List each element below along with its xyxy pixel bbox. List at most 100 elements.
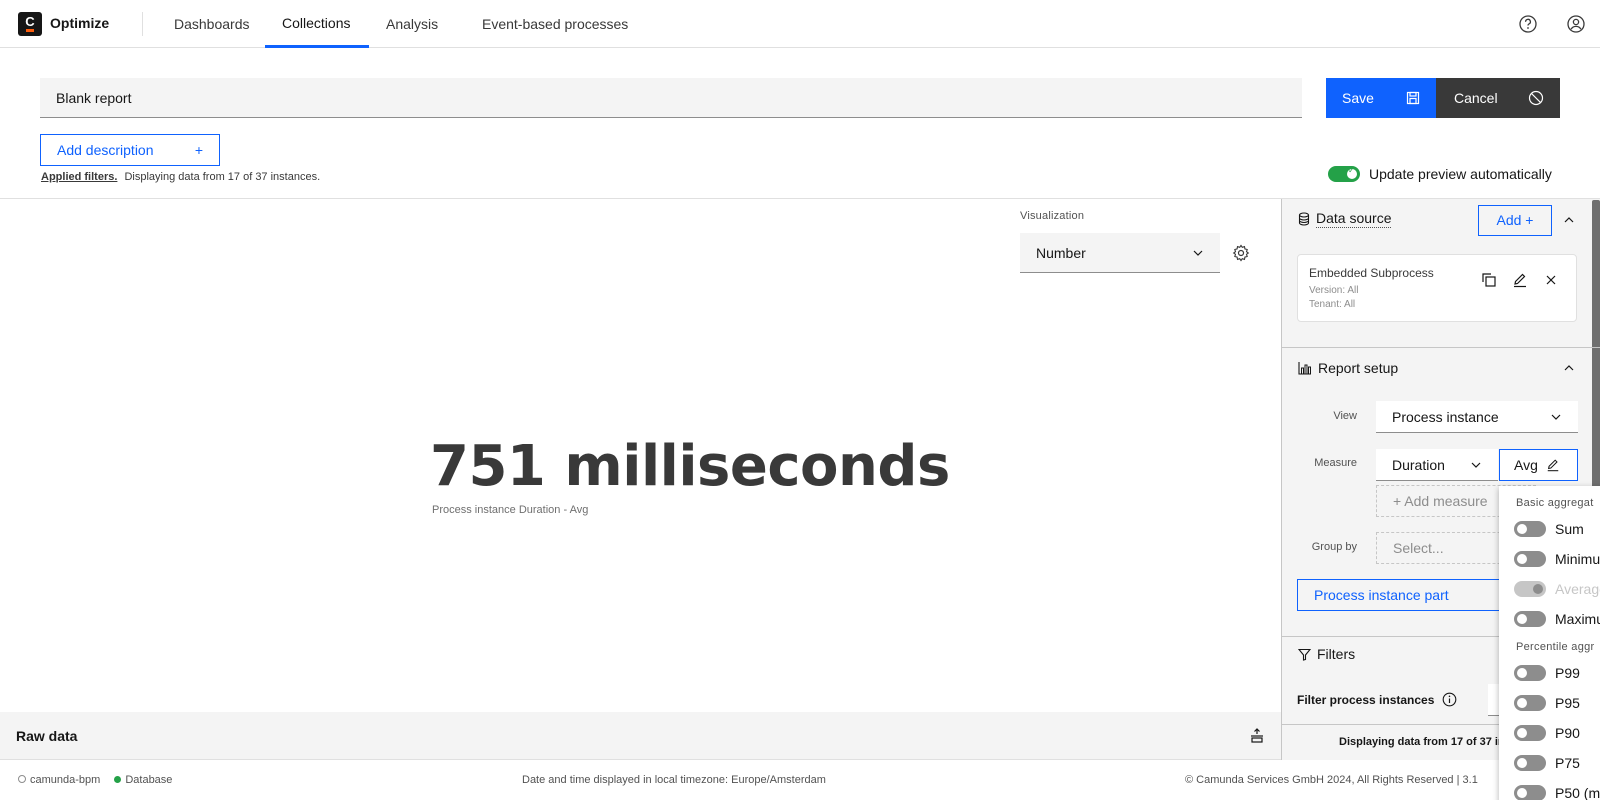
aggregation-option-p95[interactable]: P95 bbox=[1514, 695, 1580, 711]
logo-bar bbox=[26, 29, 34, 32]
filter-process-instances-label: Filter process instances bbox=[1297, 692, 1435, 707]
p90-toggle[interactable] bbox=[1514, 725, 1546, 741]
info-icon[interactable] bbox=[1442, 692, 1457, 707]
edit-icon[interactable] bbox=[1512, 272, 1528, 288]
update-preview-toggle-row: Update preview automatically bbox=[1328, 166, 1552, 182]
report-result-caption: Process instance Duration - Avg bbox=[432, 504, 589, 516]
nav-tab-collections[interactable]: Collections bbox=[265, 0, 369, 48]
help-icon[interactable] bbox=[1518, 14, 1538, 34]
remove-icon[interactable] bbox=[1543, 272, 1559, 288]
nav-tab-analysis[interactable]: Analysis bbox=[377, 0, 447, 48]
toggle-knob bbox=[1517, 788, 1527, 798]
toggle-knob bbox=[1517, 524, 1527, 534]
engine-name: camunda-bpm bbox=[30, 774, 101, 786]
cancel-icon bbox=[1528, 90, 1544, 106]
p50-toggle[interactable] bbox=[1514, 785, 1546, 800]
aggregation-option-p50[interactable]: P50 (m bbox=[1514, 785, 1600, 800]
user-profile-icon[interactable] bbox=[1566, 14, 1586, 34]
applied-filters-text: Displaying data from 17 of 37 instances. bbox=[124, 171, 321, 183]
option-label: P99 bbox=[1555, 665, 1580, 681]
aggregation-option-p90[interactable]: P90 bbox=[1514, 725, 1580, 741]
applied-filters-info: Applied filters. Displaying data from 17… bbox=[41, 171, 320, 183]
report-setup-header: Report setup bbox=[1298, 360, 1398, 376]
data-source-card: Embedded Subprocess Version: All Tenant:… bbox=[1297, 254, 1577, 322]
basic-aggregations-heading: Basic aggregat bbox=[1516, 497, 1594, 509]
visualization-value: Number bbox=[1036, 244, 1086, 261]
cancel-button[interactable]: Cancel bbox=[1436, 78, 1560, 118]
average-toggle bbox=[1514, 581, 1546, 597]
data-source-title: Data source bbox=[1316, 210, 1392, 228]
visualization-label: Visualization bbox=[1020, 210, 1085, 222]
copy-icon[interactable] bbox=[1481, 272, 1497, 288]
option-label: P90 bbox=[1555, 725, 1580, 741]
percentile-aggregations-heading: Percentile aggr bbox=[1516, 641, 1595, 653]
option-label: P95 bbox=[1555, 695, 1580, 711]
aggregation-option-sum[interactable]: Sum bbox=[1514, 521, 1584, 537]
section-divider bbox=[1282, 347, 1600, 348]
toggle-knob bbox=[1533, 584, 1543, 594]
nav-tab-dashboards[interactable]: Dashboards bbox=[165, 0, 259, 48]
chevron-down-icon bbox=[1193, 250, 1203, 256]
option-label: Maximu bbox=[1555, 611, 1600, 627]
save-button[interactable]: Save bbox=[1326, 78, 1436, 118]
collapse-report-setup-icon[interactable] bbox=[1562, 361, 1576, 375]
engine-status-icon bbox=[18, 775, 26, 783]
aggregation-option-minimum[interactable]: Minimu bbox=[1514, 551, 1600, 567]
edit-aggregation-icon bbox=[1547, 459, 1559, 472]
collapse-data-source-icon[interactable] bbox=[1562, 213, 1576, 227]
save-label: Save bbox=[1342, 90, 1374, 106]
option-label: P75 bbox=[1555, 755, 1580, 771]
aggregation-option-average: Average bbox=[1514, 581, 1600, 597]
filters-title: Filters bbox=[1317, 646, 1356, 662]
timezone-text: Date and time displayed in local timezon… bbox=[522, 774, 826, 786]
aggregation-button[interactable]: Avg bbox=[1499, 449, 1578, 481]
engine-status: camunda-bpm bbox=[18, 774, 100, 786]
view-select[interactable]: Process instance bbox=[1376, 401, 1578, 433]
aggregation-dropdown-menu: Basic aggregat Sum Minimu Average Maximu… bbox=[1499, 486, 1600, 800]
aggregation-value: Avg bbox=[1514, 457, 1538, 473]
visualization-select[interactable]: Number bbox=[1020, 233, 1220, 273]
applied-filters-link[interactable]: Applied filters. bbox=[41, 171, 117, 183]
plus-icon: + bbox=[194, 142, 203, 158]
toggle-knob bbox=[1517, 668, 1527, 678]
add-description-label: Add description bbox=[57, 142, 154, 158]
update-preview-toggle[interactable] bbox=[1328, 166, 1360, 182]
aggregation-option-p99[interactable]: P99 bbox=[1514, 665, 1580, 681]
nav-tab-event-based-processes[interactable]: Event-based processes bbox=[473, 0, 637, 48]
view-label: View bbox=[1333, 410, 1357, 422]
expand-raw-data-icon[interactable] bbox=[1248, 727, 1266, 745]
filters-header: Filters bbox=[1298, 646, 1355, 662]
aggregation-option-maximum[interactable]: Maximu bbox=[1514, 611, 1600, 627]
database-status-dot bbox=[114, 776, 122, 783]
process-version: Version: All bbox=[1309, 285, 1359, 296]
p95-toggle[interactable] bbox=[1514, 695, 1546, 711]
option-label: P50 (m bbox=[1555, 785, 1600, 800]
maximum-toggle[interactable] bbox=[1514, 611, 1546, 627]
panel-instances-text: Displaying data from 17 of 37 in bbox=[1339, 736, 1505, 748]
save-icon bbox=[1406, 91, 1420, 105]
measure-select[interactable]: Duration bbox=[1376, 449, 1498, 481]
copyright-text: © Camunda Services GmbH 2024, All Rights… bbox=[1185, 774, 1478, 786]
add-data-source-button[interactable]: Add + bbox=[1478, 205, 1552, 236]
option-label: Average bbox=[1555, 581, 1600, 597]
measure-value: Duration bbox=[1392, 456, 1445, 473]
report-setup-title: Report setup bbox=[1318, 360, 1399, 376]
aggregation-option-p75[interactable]: P75 bbox=[1514, 755, 1580, 771]
camunda-logo[interactable]: C bbox=[18, 12, 42, 36]
process-name: Embedded Subprocess bbox=[1309, 266, 1434, 280]
add-description-button[interactable]: Add description + bbox=[40, 134, 220, 166]
raw-data-bar[interactable]: Raw data bbox=[0, 712, 1281, 760]
database-status: Database bbox=[114, 774, 172, 786]
option-label: Sum bbox=[1555, 521, 1584, 537]
minimum-toggle[interactable] bbox=[1514, 551, 1546, 567]
gear-icon[interactable] bbox=[1232, 244, 1250, 262]
sum-toggle[interactable] bbox=[1514, 521, 1546, 537]
report-name-input[interactable] bbox=[40, 78, 1302, 118]
toggle-knob bbox=[1517, 698, 1527, 708]
chart-icon bbox=[1298, 362, 1311, 375]
footer: camunda-bpm Database Date and time displ… bbox=[0, 770, 1600, 792]
p99-toggle[interactable] bbox=[1514, 665, 1546, 681]
app-name[interactable]: Optimize bbox=[50, 15, 109, 31]
p75-toggle[interactable] bbox=[1514, 755, 1546, 771]
process-instance-part-button[interactable]: Process instance part bbox=[1297, 579, 1517, 611]
